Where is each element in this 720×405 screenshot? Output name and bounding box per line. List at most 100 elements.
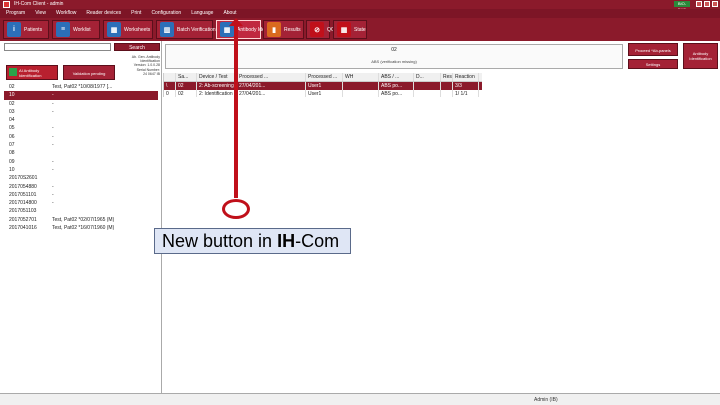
toolbar-button[interactable]: ▦ State bbox=[333, 20, 367, 39]
annotation-callout: New button in IH-Com bbox=[154, 228, 351, 254]
column-header[interactable] bbox=[164, 73, 176, 81]
device-info-line: 24 0647 IB bbox=[143, 71, 160, 76]
sample-list-item[interactable]: 10 - bbox=[4, 91, 158, 100]
sample-id-cell: 2017051103 bbox=[9, 208, 37, 215]
column-header[interactable]: Sa... bbox=[176, 73, 197, 81]
column-header[interactable]: Result rea... bbox=[441, 73, 453, 81]
toolbar-button-label: Results bbox=[284, 26, 301, 33]
menu-item[interactable]: Language bbox=[191, 9, 213, 18]
sample-list-item[interactable]: 09 - bbox=[4, 158, 158, 166]
sample-list-item[interactable]: 2017054880 - bbox=[4, 183, 158, 191]
toolbar-button-label: Patients bbox=[24, 26, 43, 33]
table-row[interactable]: \022: Ab-screening (U) [AB]...27/04/201.… bbox=[164, 82, 482, 90]
patient-cell: Test, Pat02 *02/07/1965 (M) bbox=[52, 216, 115, 223]
sample-list-item[interactable]: 2017041016 Test, Pat02 *16/07/1960 (M) bbox=[4, 224, 158, 232]
table-cell: ABS po... bbox=[379, 89, 414, 97]
menu-item[interactable]: Configuration bbox=[151, 9, 181, 18]
patient-cell: - bbox=[52, 125, 54, 132]
table-cell: 02 bbox=[176, 82, 197, 90]
sample-list-item[interactable]: 2017051103 bbox=[4, 207, 158, 215]
toolbar-button[interactable]: ≡ Worklist bbox=[52, 20, 100, 39]
table-row[interactable]: 0022: Identification (1) Verificat...27/… bbox=[164, 89, 482, 97]
patient-cell: - bbox=[52, 100, 54, 107]
menu-item[interactable]: About bbox=[223, 9, 236, 18]
table-cell bbox=[343, 82, 379, 90]
sample-id-cell: 2017014800 bbox=[9, 200, 37, 207]
proceed-ab-panels-button[interactable]: Proceed *Ab-panels bbox=[628, 43, 678, 56]
table-cell: 2: Identification (1) Verificat... bbox=[197, 89, 237, 97]
patient-cell: - bbox=[52, 166, 54, 173]
title-bar: IH-Com Client - admin BIO-RAD bbox=[0, 0, 720, 12]
sample-list-item[interactable]: 02 Test, Pat02 *10/08/1977 [... bbox=[4, 83, 158, 91]
status-bar: Admin (IB) bbox=[0, 393, 720, 405]
worklist-icon: ≡ bbox=[56, 22, 70, 37]
toolbar-button-label: State bbox=[354, 26, 366, 33]
maximize-button[interactable] bbox=[704, 1, 710, 7]
menu-item[interactable]: Reader devices bbox=[86, 9, 121, 18]
table-cell bbox=[441, 82, 453, 90]
column-header[interactable]: ABS / ... bbox=[379, 73, 414, 81]
settings-button[interactable]: Settings bbox=[628, 59, 678, 69]
table-cell bbox=[441, 89, 453, 97]
toolbar-button[interactable]: ▦ Worksheets bbox=[103, 20, 153, 39]
menu-item[interactable]: Program bbox=[6, 9, 25, 18]
toolbar-button[interactable]: ⊘ QC bbox=[306, 20, 335, 39]
menu-item[interactable]: View bbox=[35, 9, 46, 18]
table-cell: User1 bbox=[306, 89, 343, 97]
sample-list-item[interactable]: 02 - bbox=[4, 100, 158, 108]
sample-id-cell: 04 bbox=[9, 117, 15, 124]
table-cell: 27/04/201... bbox=[237, 89, 306, 97]
sample-id-cell: 08 bbox=[9, 150, 15, 157]
close-button[interactable] bbox=[712, 1, 718, 7]
column-header[interactable]: Reaction bbox=[453, 73, 479, 81]
validation-pending-button[interactable]: Validation pending bbox=[63, 65, 115, 80]
patient-cell bbox=[52, 207, 158, 215]
sample-list-item[interactable]: 05 - bbox=[4, 124, 158, 132]
toolbar-button[interactable]: i Patients bbox=[3, 20, 49, 39]
current-user: Admin (IB) bbox=[534, 397, 558, 403]
column-header[interactable]: WH bbox=[343, 73, 379, 81]
table-cell: 2: Ab-screening (U) [AB]... bbox=[197, 82, 237, 90]
minimize-button[interactable] bbox=[696, 1, 702, 7]
check-icon bbox=[9, 68, 17, 76]
table-cell bbox=[414, 82, 441, 90]
sample-list-item[interactable]: 2017052701 Test, Pat02 *02/07/1965 (M) bbox=[4, 216, 158, 224]
toolbar-button[interactable]: ▮ Results bbox=[263, 20, 304, 39]
sample-id-cell: 10 bbox=[9, 166, 15, 173]
patient-cell: - bbox=[52, 108, 54, 115]
menu-item[interactable]: Workflow bbox=[56, 9, 76, 18]
search-button[interactable]: Search bbox=[114, 43, 160, 51]
column-header[interactable]: D... bbox=[414, 73, 441, 81]
state-grid-icon: ▦ bbox=[337, 22, 351, 37]
antibody-identification-button[interactable]: Antibody Identification bbox=[683, 43, 718, 69]
sample-list-item[interactable]: 08 bbox=[4, 149, 158, 157]
sample-list-item[interactable]: 20170S2601 bbox=[4, 174, 158, 182]
sample-list-item[interactable]: 06 - bbox=[4, 133, 158, 141]
table-cell: 1/ 1/1 bbox=[453, 89, 479, 97]
sample-list-panel: Search Ab. Gen. Antibody Identification Ve… bbox=[0, 41, 162, 393]
table-cell: 3/3 bbox=[453, 82, 479, 90]
sample-list-item[interactable]: 2017051101 - bbox=[4, 191, 158, 199]
sample-id-cell: 03 bbox=[9, 108, 15, 115]
antibody-identification-filter-button[interactable]: AI Antibody Identification bbox=[6, 65, 58, 80]
column-header[interactable]: Device / Test bbox=[197, 73, 237, 81]
sample-list-item[interactable]: 10 - bbox=[4, 166, 158, 174]
sample-id-cell: 2017054880 bbox=[9, 183, 37, 190]
sample-list-item[interactable]: 04 bbox=[4, 116, 158, 124]
antibody-identification-label: AI Antibody Identification bbox=[19, 68, 42, 78]
table-cell bbox=[414, 89, 441, 97]
table-cell: ABS po... bbox=[379, 82, 414, 90]
sample-list-item[interactable]: 07 - bbox=[4, 141, 158, 149]
patient-cell: - bbox=[52, 92, 54, 99]
sample-list-item[interactable]: 2017014800 - bbox=[4, 199, 158, 207]
app-icon bbox=[3, 1, 10, 8]
sample-list-item[interactable]: 03 - bbox=[4, 108, 158, 116]
toolbar-button[interactable]: ▥ Batch Verification bbox=[156, 20, 216, 39]
column-header[interactable]: Processed ... bbox=[306, 73, 343, 81]
menu-item[interactable]: Print bbox=[131, 9, 141, 18]
sample-id-cell: 02 bbox=[9, 84, 15, 90]
sample-id-cell: 2017041016 bbox=[9, 225, 37, 232]
search-input[interactable] bbox=[4, 43, 111, 51]
patient-cell bbox=[52, 174, 158, 182]
column-header[interactable]: Processed ... bbox=[237, 73, 306, 81]
